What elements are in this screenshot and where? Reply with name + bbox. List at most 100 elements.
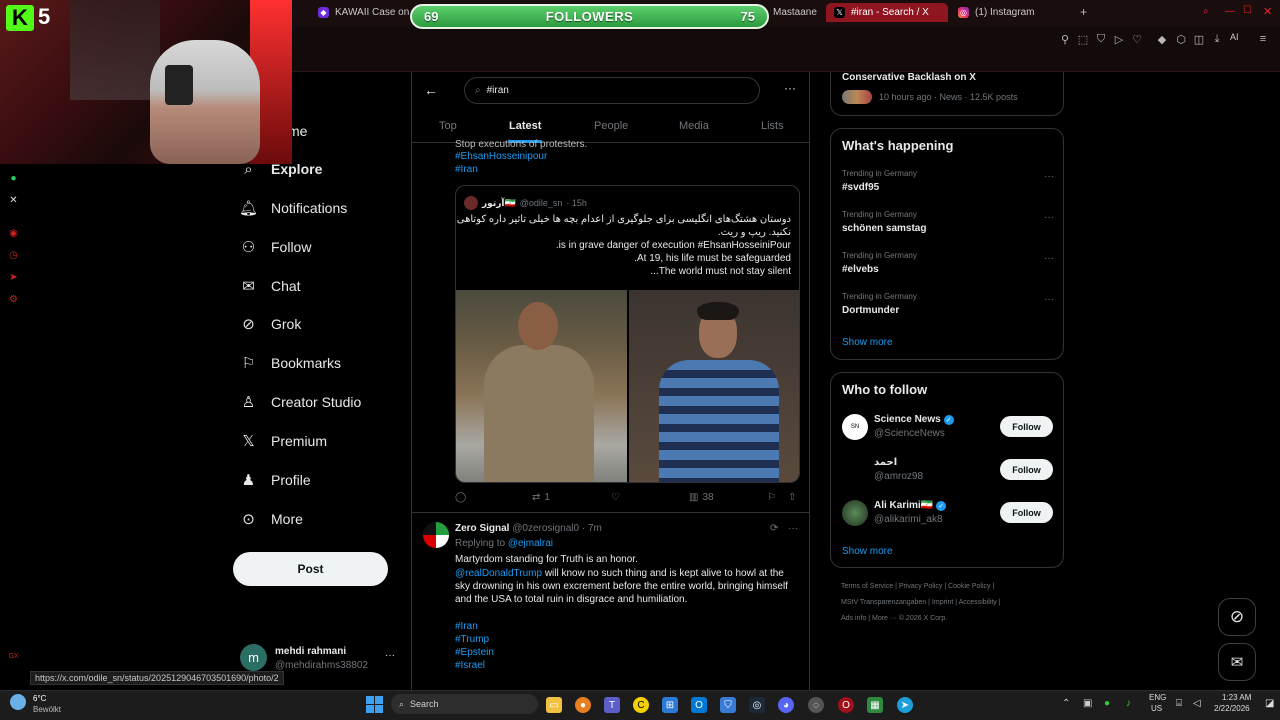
nav-follow[interactable]: ⚇ Follow	[240, 236, 312, 258]
discord-icon[interactable]: ◕	[778, 697, 794, 713]
follow-button[interactable]: Follow	[1000, 459, 1053, 480]
shield-icon[interactable]: ⛉	[720, 697, 736, 713]
microphone-icon[interactable]: ♪	[1126, 698, 1131, 709]
reply-button[interactable]: ◯	[455, 492, 470, 503]
like-button[interactable]: ♡	[611, 492, 624, 503]
vpn-icon[interactable]: ◆	[1155, 32, 1169, 46]
nav-premium[interactable]: 𝕏 Premium	[240, 430, 327, 452]
show-more-link[interactable]: Show more	[842, 546, 893, 557]
mention-link[interactable]: @ejmalrai	[508, 538, 553, 549]
bookmark-button[interactable]: ⚐	[767, 492, 776, 503]
trend-item[interactable]: schönen samstag	[842, 223, 926, 234]
tab-media[interactable]: Media	[679, 120, 709, 132]
opera-gx-icon[interactable]: O	[838, 697, 854, 713]
language-indicator[interactable]: ENG	[1149, 693, 1166, 702]
author-name[interactable]: Zero Signal	[455, 523, 509, 534]
mention-link[interactable]: @realDonaldTrump	[455, 568, 542, 579]
tab-top[interactable]: Top	[439, 120, 457, 132]
app-icon[interactable]: ◌	[808, 697, 824, 713]
suggested-user-name[interactable]: Science News ✓	[874, 414, 954, 425]
tweet-photo-2[interactable]	[629, 290, 799, 482]
download-icon[interactable]: ⤓	[1210, 32, 1224, 46]
nav-grok[interactable]: ⊘ Grok	[240, 313, 301, 335]
hashtag-link[interactable]: #Iran	[455, 621, 478, 632]
share-button[interactable]: ⇧	[788, 492, 796, 503]
gx-icon[interactable]: GX	[7, 650, 20, 663]
post-button[interactable]: Post	[233, 552, 388, 586]
shield-icon[interactable]: ⛉	[1094, 32, 1108, 46]
windows-start-icon[interactable]	[366, 696, 383, 713]
quoted-tweet[interactable]: آرتور🇮🇷 @odile_sn · 15h دوستان هشتگ‌های …	[455, 185, 800, 483]
minimize-icon[interactable]: —	[1225, 6, 1235, 17]
telegram-icon[interactable]: ➤	[897, 697, 913, 713]
grok-fab-button[interactable]: ⊘	[1218, 598, 1256, 636]
app-icon[interactable]: ●	[575, 697, 591, 713]
tray-icon[interactable]: ▣	[1083, 698, 1092, 709]
taskbar-search[interactable]: ⌕ Search	[391, 694, 538, 714]
show-more-link[interactable]: Show more	[842, 337, 893, 348]
steam-icon[interactable]: ◎	[749, 697, 765, 713]
menu-icon[interactable]: ≡	[1256, 32, 1270, 46]
tray-icon[interactable]: ●	[1104, 698, 1110, 709]
account-switcher[interactable]: m mehdi rahmani @mehdirahms38802 ···	[240, 644, 400, 674]
network-icon[interactable]: ⌸	[1176, 698, 1182, 709]
settings-icon[interactable]: ⚙	[7, 293, 20, 306]
app-icon[interactable]: ▦	[867, 697, 883, 713]
new-tab-button[interactable]: +	[1080, 5, 1087, 19]
browser-tab[interactable]: ◎ (1) Instagram	[950, 3, 1068, 22]
nav-more[interactable]: ⊙ More	[240, 508, 303, 530]
app-icon[interactable]: C	[633, 697, 649, 713]
x-icon[interactable]: ✕	[7, 194, 20, 207]
browser-tab[interactable]: Mastaane	[765, 3, 820, 22]
hashtag-link[interactable]: #Epstein	[455, 647, 494, 658]
hashtag-link[interactable]: #EhsanHosseinipour	[455, 151, 547, 162]
nav-bookmarks[interactable]: ⚐ Bookmarks	[240, 352, 341, 374]
tweet-photo-1[interactable]	[456, 290, 627, 482]
clock-date[interactable]: 2/22/2026	[1214, 704, 1250, 713]
nav-profile[interactable]: ♟ Profile	[240, 469, 311, 491]
avatar[interactable]	[423, 522, 449, 548]
store-icon[interactable]: ⊞	[662, 697, 678, 713]
account-more-icon[interactable]: ···	[385, 650, 395, 661]
search-icon[interactable]: ⌕	[1203, 6, 1209, 17]
tab-lists[interactable]: Lists	[761, 120, 784, 132]
tab-latest[interactable]: Latest	[509, 120, 541, 132]
weather-icon[interactable]	[10, 694, 26, 710]
trend-more-icon[interactable]: ···	[1044, 171, 1054, 182]
grok-icon[interactable]: ⟳	[770, 523, 778, 534]
footer-links[interactable]: MStV Transparenzangaben | Imprint | Acce…	[841, 599, 1001, 606]
ai-button[interactable]: AI	[1230, 32, 1239, 42]
trend-item[interactable]: #elvebs	[842, 264, 879, 275]
pin-icon[interactable]: ⚲	[1058, 32, 1072, 46]
nav-chat[interactable]: ✉ Chat	[240, 275, 300, 297]
heart-icon[interactable]: ♡	[1130, 32, 1144, 46]
nav-creator-studio[interactable]: ♙ Creator Studio	[240, 391, 362, 413]
avatar[interactable]	[842, 457, 868, 483]
search-input[interactable]: ⌕ #iran	[464, 77, 760, 104]
browser-tab[interactable]: ◆KAWAII Case on CS2..	[310, 3, 420, 22]
views-button[interactable]: ▥ 38	[689, 492, 714, 503]
hashtag-link[interactable]: #Trump	[455, 634, 489, 645]
trend-more-icon[interactable]: ···	[1044, 294, 1054, 305]
search-more-icon[interactable]: ···	[784, 81, 796, 95]
avatar[interactable]	[842, 500, 868, 526]
clock-icon[interactable]: ◷	[7, 249, 20, 262]
notification-icon[interactable]: ◪	[1265, 698, 1274, 709]
retweet-button[interactable]: ⇄ 1	[532, 492, 550, 503]
chevron-up-icon[interactable]: ⌃	[1062, 698, 1070, 709]
follow-button[interactable]: Follow	[1000, 416, 1053, 437]
whatsapp-icon[interactable]: ●	[7, 172, 20, 185]
teams-icon[interactable]: T	[604, 697, 620, 713]
trend-item[interactable]: Dortmunder	[842, 305, 899, 316]
suggested-user-name[interactable]: احمد	[874, 457, 897, 468]
trend-item[interactable]: #svdf95	[842, 182, 879, 193]
suggested-user-name[interactable]: Ali Karimi🇮🇷 ✓	[874, 500, 947, 511]
follow-button[interactable]: Follow	[1000, 502, 1053, 523]
nav-notifications[interactable]: 🔔︎ Notifications	[239, 197, 347, 219]
footer-links[interactable]: Terms of Service | Privacy Policy | Cook…	[841, 583, 994, 590]
browser-tab-active[interactable]: 𝕏 #iran - Search / X	[826, 3, 948, 22]
avatar[interactable]: SN	[842, 414, 868, 440]
tab-people[interactable]: People	[594, 120, 628, 132]
close-icon[interactable]: ✕	[1263, 5, 1272, 18]
trend-more-icon[interactable]: ···	[1044, 253, 1054, 264]
